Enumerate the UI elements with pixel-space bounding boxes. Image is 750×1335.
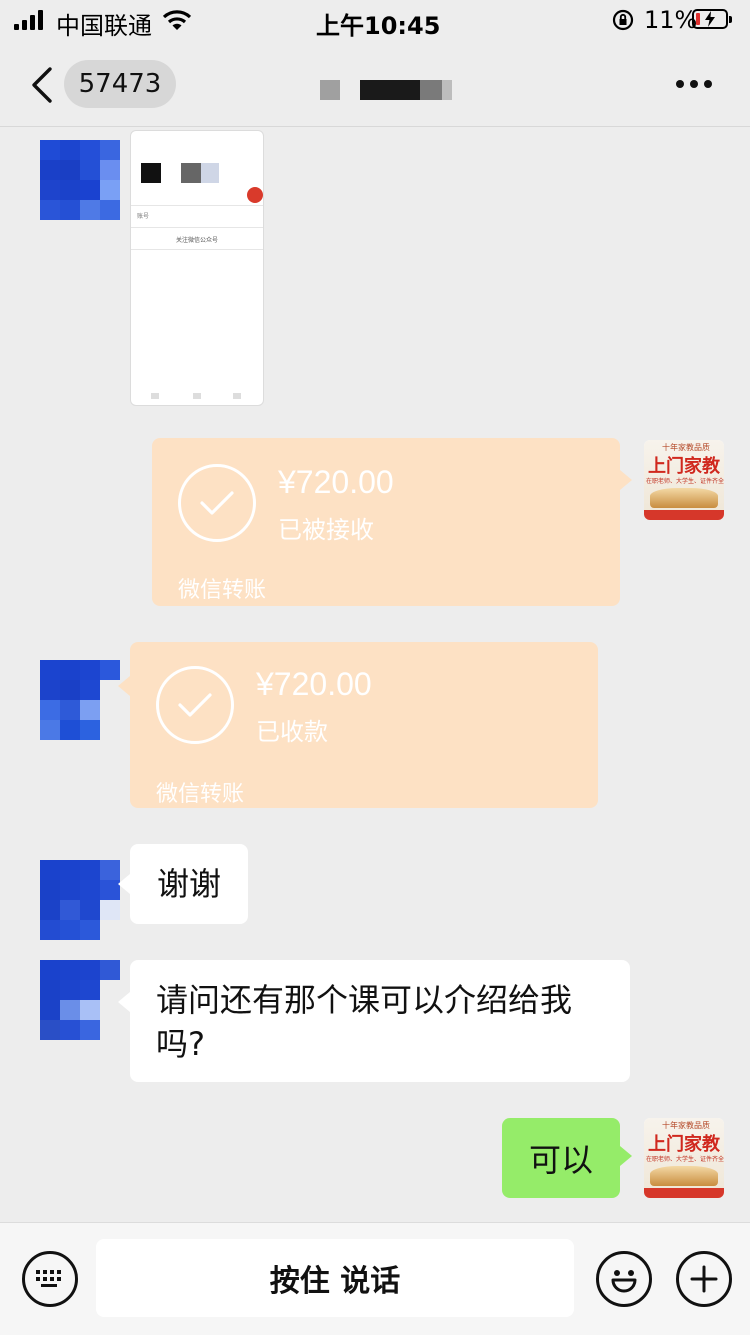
- message-bubble[interactable]: 谢谢: [130, 844, 248, 924]
- unread-count: 57473: [78, 69, 162, 99]
- avatar-subtitle: 在职老师、大学生、证件齐全: [646, 478, 724, 485]
- message-text: 可以: [528, 1141, 593, 1179]
- bubble-tail: [118, 874, 130, 894]
- hold-to-talk-label: 按住 说话: [269, 1264, 401, 1299]
- avatar-title: 上门家教: [648, 1134, 720, 1155]
- message-bubble[interactable]: 可以: [502, 1118, 620, 1198]
- input-bar: 按住 说话: [0, 1222, 750, 1335]
- avatar-title: 上门家教: [648, 456, 720, 477]
- status-time: 上午10:45: [316, 12, 441, 40]
- plus-circle-icon[interactable]: [676, 1251, 732, 1307]
- transfer-footer: 微信转账: [156, 782, 245, 807]
- transfer-status: 已收款: [256, 718, 328, 746]
- battery-icon: [692, 9, 734, 31]
- bubble-tail: [118, 676, 130, 696]
- thumb-button: 关注微信公众号: [175, 237, 218, 244]
- my-avatar[interactable]: 十年家教品质 上门家教 在职老师、大学生、证件齐全: [644, 1118, 724, 1198]
- avatar[interactable]: [40, 860, 120, 940]
- message-bubble[interactable]: 请问还有那个课可以介绍给我 吗?: [130, 960, 630, 1082]
- more-dots-icon[interactable]: [676, 80, 712, 90]
- keyboard-icon[interactable]: [22, 1251, 78, 1307]
- nav-divider: [0, 126, 750, 127]
- transfer-sent-card[interactable]: ¥720.00 已被接收 微信转账: [152, 438, 620, 606]
- hold-to-talk-button[interactable]: 按住 说话: [96, 1239, 574, 1317]
- avatar[interactable]: [40, 660, 120, 740]
- bubble-tail: [620, 470, 632, 490]
- orientation-lock-icon: [612, 9, 634, 31]
- transfer-amount: ¥720.00: [256, 666, 372, 702]
- message-text: 谢谢: [156, 865, 221, 903]
- transfer-footer: 微信转账: [178, 578, 267, 603]
- transfer-status: 已被接收: [278, 516, 374, 544]
- wifi-icon: [162, 10, 192, 30]
- bubble-tail: [118, 992, 130, 1012]
- status-bar: 中国联通 上午10:45 11%: [0, 0, 750, 44]
- transfer-amount: ¥720.00: [278, 464, 394, 500]
- chevron-left-icon[interactable]: [30, 66, 54, 104]
- battery-percent: 11%: [644, 6, 698, 34]
- transfer-received-card[interactable]: ¥720.00 已收款 微信转账: [130, 642, 598, 808]
- avatar[interactable]: [40, 140, 120, 220]
- message-text: 请问还有那个课可以介绍给我: [156, 981, 573, 1019]
- thumb-row-label: 账号: [137, 213, 150, 220]
- message-text: 吗?: [156, 1025, 205, 1063]
- avatar-subtitle: 在职老师、大学生、证件齐全: [646, 1156, 724, 1163]
- my-avatar[interactable]: 十年家教品质 上门家教 在职老师、大学生、证件齐全: [644, 440, 724, 520]
- check-icon: [178, 693, 212, 717]
- check-icon: [200, 491, 234, 515]
- bubble-tail: [620, 1146, 632, 1166]
- unread-badge[interactable]: 57473: [64, 60, 176, 108]
- emoji-icon[interactable]: [596, 1251, 652, 1307]
- signal-icon: [14, 10, 48, 30]
- carrier-name: 中国联通: [56, 12, 152, 40]
- screenshot-image-message[interactable]: 账号 关注微信公众号: [130, 130, 264, 406]
- avatar[interactable]: [40, 960, 120, 1040]
